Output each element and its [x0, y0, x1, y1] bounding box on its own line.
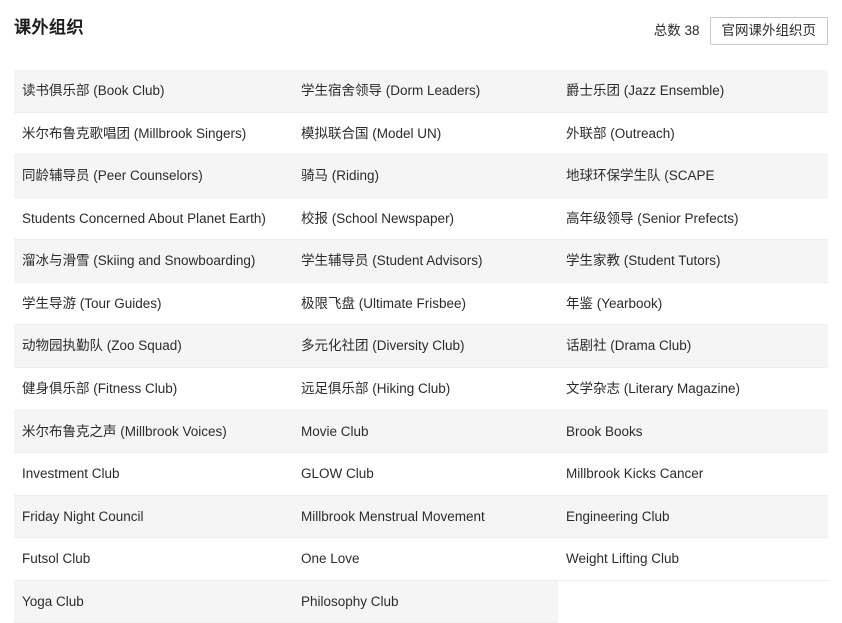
table-row: Futsol Club One Love Weight Lifting Club	[14, 537, 828, 581]
header-actions: 总数 38 官网课外组织页	[654, 0, 828, 45]
extracurricular-organizations-page: 课外组织 总数 38 官网课外组织页 读书俱乐部 (Book Club) 学生宿舍…	[0, 0, 842, 623]
table-row: 米尔布鲁克歌唱团 (Millbrook Singers) 模拟联合国 (Model…	[14, 112, 828, 156]
organization-name-cell: Millbrook Kicks Cancer	[558, 452, 828, 496]
organization-name-cell: 同龄辅导员 (Peer Counselors)	[14, 154, 293, 198]
organization-name-cell: 外联部 (Outreach)	[558, 112, 828, 156]
organization-name-cell: Brook Books	[558, 410, 828, 454]
organization-name-cell: Millbrook Menstrual Movement	[293, 495, 558, 539]
table-row: Friday Night Council Millbrook Menstrual …	[14, 495, 828, 539]
organization-name-cell: 米尔布鲁克歌唱团 (Millbrook Singers)	[14, 112, 293, 156]
organizations-table-body: 读书俱乐部 (Book Club) 学生宿舍领导 (Dorm Leaders) 爵士…	[14, 70, 828, 623]
table-row: 学生导游 (Tour Guides) 极限飞盘 (Ultimate Frisbee…	[14, 282, 828, 326]
organization-name-cell: Friday Night Council	[14, 495, 293, 539]
organization-name-cell: 健身俱乐部 (Fitness Club)	[14, 367, 293, 411]
organizations-table-container: 读书俱乐部 (Book Club) 学生宿舍领导 (Dorm Leaders) 爵士…	[0, 70, 842, 623]
table-row: 溜冰与滑雪 (Skiing and Snowboarding) 学生辅导员 (St…	[14, 239, 828, 283]
organization-name-cell: 地球环保学生队 (SCAPE	[558, 154, 828, 198]
organization-name-cell: 爵士乐团 (Jazz Ensemble)	[558, 70, 828, 113]
organization-name-cell: 溜冰与滑雪 (Skiing and Snowboarding)	[14, 239, 293, 283]
table-row: Students Concerned About Planet Earth) 校报…	[14, 197, 828, 241]
table-row: 同龄辅导员 (Peer Counselors) 骑马 (Riding) 地球环保学生…	[14, 154, 828, 198]
table-row: 健身俱乐部 (Fitness Club) 远足俱乐部 (Hiking Club) 文…	[14, 367, 828, 411]
organization-name-cell: 远足俱乐部 (Hiking Club)	[293, 367, 558, 411]
organization-name-cell: 学生家教 (Student Tutors)	[558, 239, 828, 283]
organization-name-cell: 校报 (School Newspaper)	[293, 197, 558, 241]
organization-name-cell: Philosophy Club	[293, 580, 558, 623]
table-cell-empty	[558, 580, 828, 623]
organization-name-cell: 学生宿舍领导 (Dorm Leaders)	[293, 70, 558, 113]
table-row: 米尔布鲁克之声 (Millbrook Voices) Movie Club Broo…	[14, 410, 828, 454]
total-count-label: 总数 38	[653, 23, 700, 39]
organization-name-cell: Students Concerned About Planet Earth)	[14, 197, 293, 241]
organization-name-cell: Movie Club	[293, 410, 558, 454]
table-row: Investment Club GLOW Club Millbrook Kicks …	[14, 452, 828, 496]
organization-name-cell: 极限飞盘 (Ultimate Frisbee)	[293, 282, 558, 326]
table-row: Yoga Club Philosophy Club	[14, 580, 828, 623]
organization-name-cell: Investment Club	[14, 452, 293, 496]
organization-name-cell: 动物园执勤队 (Zoo Squad)	[14, 324, 293, 368]
organization-name-cell: Futsol Club	[14, 537, 293, 581]
organization-name-cell: 年鉴 (Yearbook)	[558, 282, 828, 326]
organization-name-cell: Engineering Club	[558, 495, 828, 539]
official-site-orgs-page-button[interactable]: 官网课外组织页	[709, 17, 828, 45]
organization-name-cell: 骑马 (Riding)	[293, 154, 558, 198]
organization-name-cell: 模拟联合国 (Model UN)	[293, 112, 558, 156]
table-row: 动物园执勤队 (Zoo Squad) 多元化社团 (Diversity Club)…	[14, 324, 828, 368]
organization-name-cell: 学生辅导员 (Student Advisors)	[293, 239, 558, 283]
organization-name-cell: GLOW Club	[293, 452, 558, 496]
organization-name-cell: 多元化社团 (Diversity Club)	[293, 324, 558, 368]
organization-name-cell: 文学杂志 (Literary Magazine)	[558, 367, 828, 411]
organization-name-cell: 高年级领导 (Senior Prefects)	[558, 197, 828, 241]
page-title: 课外组织	[14, 18, 84, 37]
organization-name-cell: Yoga Club	[14, 580, 293, 623]
organizations-table: 读书俱乐部 (Book Club) 学生宿舍领导 (Dorm Leaders) 爵士…	[14, 70, 828, 623]
table-row: 读书俱乐部 (Book Club) 学生宿舍领导 (Dorm Leaders) 爵士…	[14, 70, 828, 113]
organization-name-cell: 米尔布鲁克之声 (Millbrook Voices)	[14, 410, 293, 454]
organization-name-cell: Weight Lifting Club	[558, 537, 828, 581]
organization-name-cell: 话剧社 (Drama Club)	[558, 324, 828, 368]
organization-name-cell: One Love	[293, 537, 558, 581]
organization-name-cell: 读书俱乐部 (Book Club)	[14, 70, 293, 113]
organization-name-cell: 学生导游 (Tour Guides)	[14, 282, 293, 326]
page-header: 课外组织 总数 38 官网课外组织页	[0, 0, 842, 70]
